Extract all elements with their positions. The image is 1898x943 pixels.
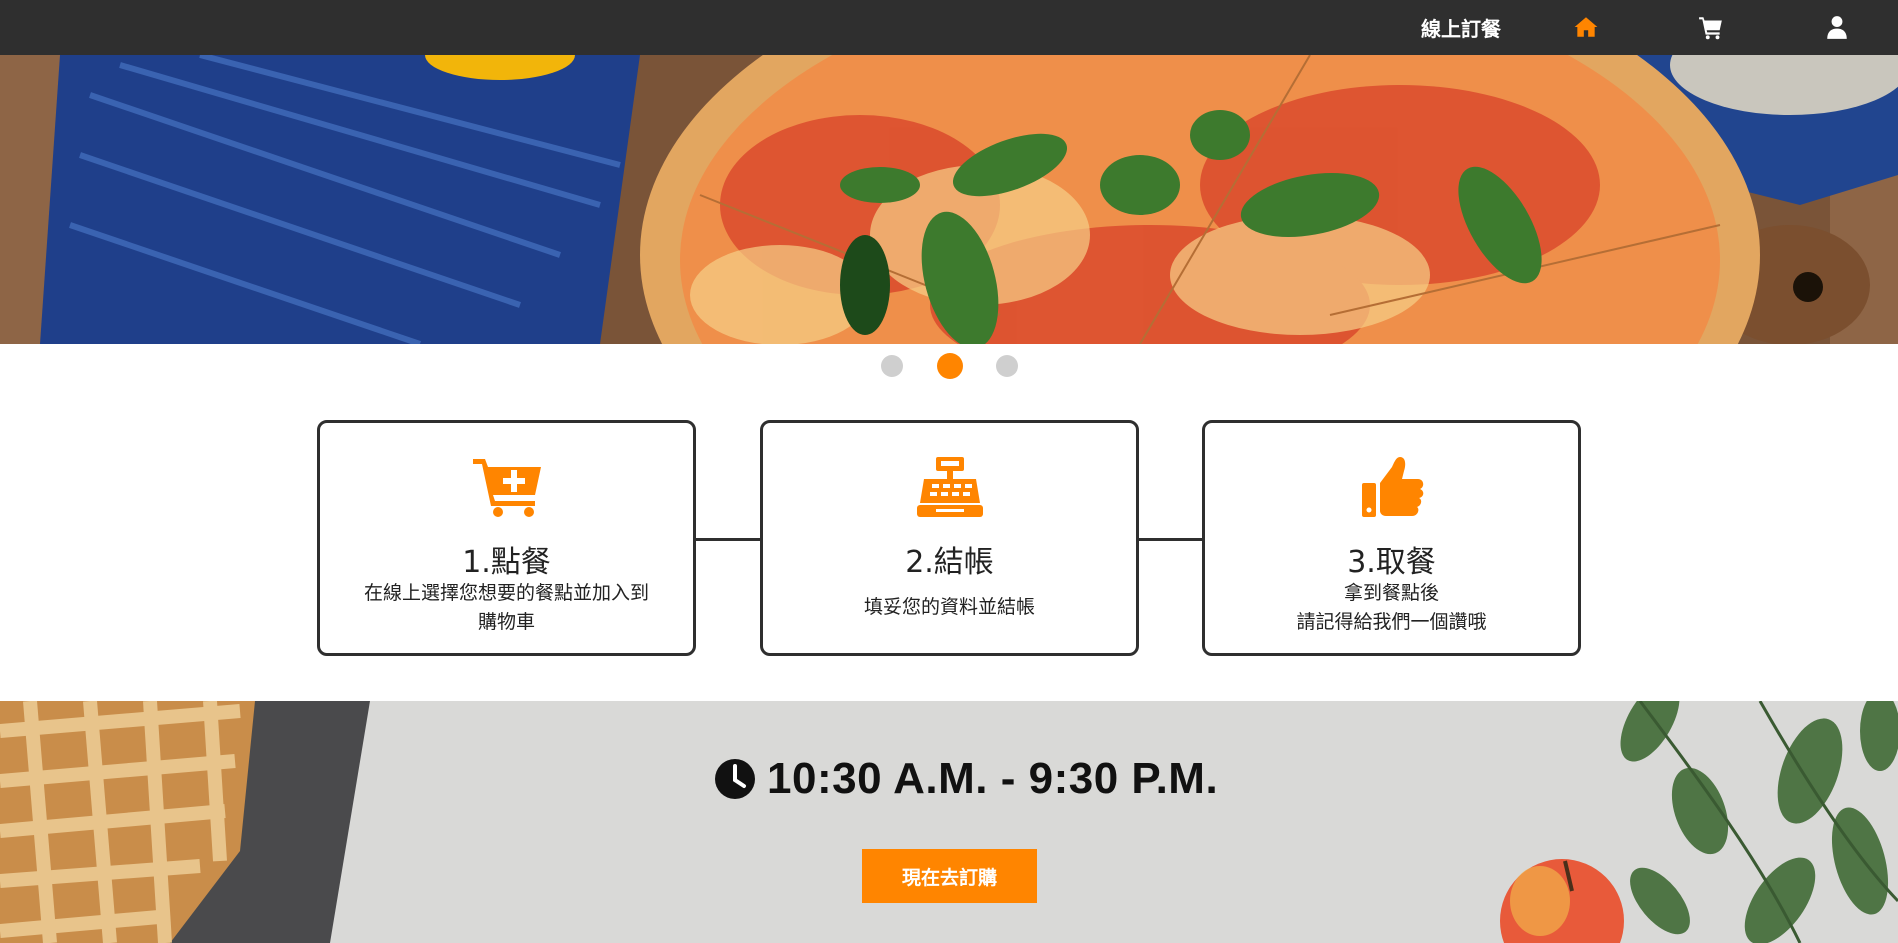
order-now-button[interactable]: 現在去訂購 — [862, 849, 1037, 903]
home-icon[interactable] — [1573, 14, 1599, 40]
step-description: 填妥您的資料並結帳 — [863, 596, 1035, 618]
carousel-dot-1[interactable] — [881, 355, 903, 377]
opening-hours: 10:30 A.M. - 9:30 P.M. — [714, 754, 1218, 804]
step-title: 3.取餐 — [1347, 545, 1436, 580]
background-image — [0, 701, 1898, 943]
nav-link-online-order[interactable]: 線上訂餐 — [1421, 0, 1501, 55]
step-title: 1.點餐 — [462, 545, 551, 580]
step-description: 拿到餐點後 請記得給我們一個讚哦 — [1296, 582, 1487, 633]
opening-hours-section: 10:30 A.M. - 9:30 P.M. 現在去訂購 — [0, 701, 1898, 943]
carousel-dot-2[interactable] — [937, 353, 963, 379]
opening-hours-text: 10:30 A.M. - 9:30 P.M. — [767, 754, 1219, 803]
user-icon[interactable] — [1824, 14, 1850, 40]
thumbs-up-icon — [1361, 457, 1423, 517]
step-title: 2.結帳 — [905, 545, 994, 580]
carousel-dot-3[interactable] — [996, 355, 1018, 377]
step-connector — [1139, 538, 1204, 541]
step-card-pickup: 3.取餐 拿到餐點後 請記得給我們一個讚哦 — [1202, 420, 1581, 656]
navbar: 線上訂餐 — [0, 0, 1898, 55]
hero-banner-image — [0, 55, 1898, 344]
cash-register-icon — [916, 457, 983, 517]
step-card-order: 1.點餐 在線上選擇您想要的餐點並加入到 購物車 — [317, 420, 696, 656]
clock-icon — [715, 759, 755, 799]
cart-plus-icon — [472, 459, 541, 517]
step-connector — [696, 538, 761, 541]
step-card-checkout: 2.結帳 填妥您的資料並結帳 — [760, 420, 1139, 656]
cart-icon[interactable] — [1698, 14, 1724, 40]
step-description: 在線上選擇您想要的餐點並加入到 購物車 — [363, 582, 649, 633]
